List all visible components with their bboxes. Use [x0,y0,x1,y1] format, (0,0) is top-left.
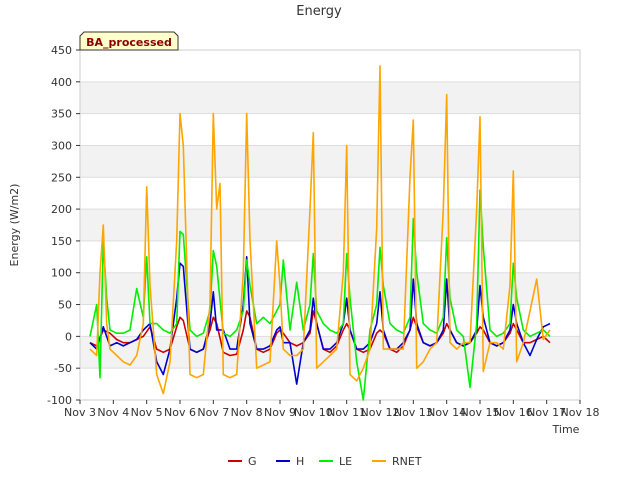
x-tick-label: Nov 3 [64,406,96,419]
legend-label-h: H [296,455,304,468]
legend-label-g: G [248,455,257,468]
y-tick-label: 450 [51,44,72,57]
plot-band [80,209,580,241]
chart-title: Energy [296,4,342,19]
y-tick-label: 200 [51,203,72,216]
processed-tag: BA_processed [79,31,179,51]
legend-label-le: LE [339,455,352,468]
legend: G H LE RNET [228,455,422,468]
y-tick-label: 400 [51,76,72,89]
x-axis-label: Time [552,423,580,436]
x-tick-label: Nov 9 [264,406,296,419]
plot-background [80,81,580,369]
y-tick-label: 250 [51,171,72,184]
y-axis: -100-50050100150200250300350400450 [47,44,80,407]
x-axis: Nov 3 Nov 4 Nov 5 Nov 6 Nov 7 Nov 8 Nov 9 Nov 1… [64,400,599,419]
y-tick-label: 300 [51,139,72,152]
y-tick-label: 100 [51,267,72,280]
y-tick-label: -50 [54,362,72,375]
y-tick-label: 150 [51,235,72,248]
plot-band [80,81,580,114]
y-axis-label: Energy (W/m2) [8,184,21,267]
x-tick-label: Nov 6 [164,406,196,419]
plot-band [80,272,580,305]
y-tick-label: 50 [58,299,72,312]
processed-tag-label: BA_processed [86,36,172,49]
legend-label-rnet: RNET [392,455,422,468]
plot-band [80,145,580,178]
x-tick-label: Nov 4 [97,406,129,419]
x-tick-label: Nov 7 [197,406,229,419]
y-tick-label: 350 [51,108,72,121]
x-tick-label: Nov 18 [561,406,600,419]
x-tick-label: Nov 8 [231,406,263,419]
energy-chart: -100-50050100150200250300350400450 Nov 3… [8,4,599,468]
x-tick-label: Nov 5 [131,406,163,419]
y-tick-label: 0 [65,330,72,343]
